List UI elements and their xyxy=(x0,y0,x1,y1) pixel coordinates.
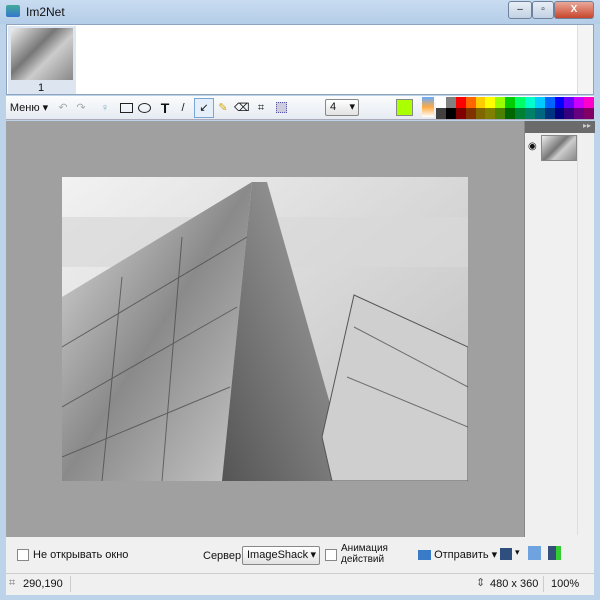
server-select[interactable]: ImageShack ▾ xyxy=(242,546,320,565)
palette-color[interactable] xyxy=(534,108,545,119)
select-tool-icon[interactable] xyxy=(276,102,287,113)
eye-icon[interactable]: ◉ xyxy=(528,141,537,152)
palette-color[interactable] xyxy=(534,97,545,108)
no-open-checkbox[interactable] xyxy=(17,549,29,561)
palette-color[interactable] xyxy=(485,108,496,119)
palette-color[interactable] xyxy=(495,97,506,108)
palette-color[interactable] xyxy=(465,108,476,119)
status-bar: ⌗ 290,190 ⇕ 480 x 360 100% xyxy=(6,573,594,595)
animation-label: Анимация действий xyxy=(341,543,388,565)
divider xyxy=(543,576,544,592)
rectangle-tool-icon[interactable] xyxy=(120,103,133,113)
app-icon xyxy=(6,5,20,17)
animation-label-line2: действий xyxy=(341,554,385,565)
cursor-icon: ⌗ xyxy=(9,577,16,589)
palette-color[interactable] xyxy=(436,97,446,108)
palette-color[interactable] xyxy=(584,97,594,108)
layers-panel-header: ▸▸ xyxy=(525,121,595,133)
animation-label-line1: Анимация xyxy=(341,543,388,554)
crop-tool-icon[interactable]: ⌗ xyxy=(254,100,268,116)
thumbnail-strip: 1 xyxy=(6,24,594,95)
copy-icon[interactable] xyxy=(528,546,541,560)
divider xyxy=(70,576,71,592)
palette-color[interactable] xyxy=(455,97,466,108)
palette-color[interactable] xyxy=(574,108,585,119)
palette-color[interactable] xyxy=(455,108,466,119)
server-value: ImageShack xyxy=(247,549,309,561)
palette-color[interactable] xyxy=(544,97,555,108)
brush-size-select[interactable]: 4 ▾ xyxy=(325,99,359,116)
color-palette xyxy=(436,97,594,119)
send-label: Отправить xyxy=(434,549,489,561)
palette-color[interactable] xyxy=(436,108,446,119)
color-picker-icon[interactable] xyxy=(422,97,434,117)
palette-color[interactable] xyxy=(584,108,594,119)
palette-color[interactable] xyxy=(524,97,535,108)
current-color-swatch[interactable] xyxy=(396,99,413,116)
menu-button[interactable]: Меню ▾ xyxy=(9,100,49,116)
bulb-icon[interactable]: ♀ xyxy=(98,100,112,116)
palette-color[interactable] xyxy=(445,108,456,119)
title-bar: Im2Net – ▫ X xyxy=(0,0,600,24)
menu-label: Меню xyxy=(9,102,40,114)
arrow-tool-icon[interactable]: ↙ xyxy=(194,98,214,118)
minimize-button[interactable]: – xyxy=(508,1,532,19)
palette-color[interactable] xyxy=(505,97,515,108)
palette-color[interactable] xyxy=(564,108,575,119)
image-size-icon: ⇕ xyxy=(476,577,486,589)
window-title: Im2Net xyxy=(26,5,65,19)
close-button[interactable]: X xyxy=(554,1,594,19)
thumbnail-scrollbar[interactable] xyxy=(577,25,593,94)
palette-color[interactable] xyxy=(475,108,486,119)
ellipse-tool-icon[interactable] xyxy=(138,103,151,113)
palette-color[interactable] xyxy=(524,108,535,119)
palette-color[interactable] xyxy=(505,108,515,119)
server-label: Сервер xyxy=(203,550,242,562)
save-icon[interactable] xyxy=(500,548,512,560)
palette-color[interactable] xyxy=(554,97,565,108)
send-icon xyxy=(418,550,431,561)
bottom-bar: Не открывать окно Сервер ImageShack ▾ Ани… xyxy=(6,537,594,573)
palette-color[interactable] xyxy=(495,108,506,119)
image-size: 480 x 360 xyxy=(490,578,539,590)
redo-icon[interactable]: ↷ xyxy=(74,100,88,116)
thumbnail-image xyxy=(11,28,73,80)
brush-size-value: 4 xyxy=(330,101,337,113)
canvas-area[interactable] xyxy=(6,121,524,537)
animation-checkbox[interactable] xyxy=(325,549,337,561)
palette-color[interactable] xyxy=(485,97,496,108)
thumbnail-item[interactable]: 1 xyxy=(8,26,76,94)
maximize-button[interactable]: ▫ xyxy=(532,1,554,19)
save-dropdown-icon[interactable]: ▾ xyxy=(515,547,520,558)
palette-color[interactable] xyxy=(544,108,555,119)
toolbar: Меню ▾ ↶ ↷ ♀ T / ↙ ✎ ⌫ ⌗ 4 ▾ xyxy=(6,96,594,120)
layer-thumbnail[interactable] xyxy=(541,135,577,161)
palette-color[interactable] xyxy=(574,97,585,108)
palette-color[interactable] xyxy=(465,97,476,108)
palette-color[interactable] xyxy=(515,97,525,108)
palette-color[interactable] xyxy=(515,108,525,119)
line-tool-icon[interactable]: / xyxy=(176,100,190,116)
image-canvas[interactable] xyxy=(62,177,468,481)
palette-color[interactable] xyxy=(445,97,456,108)
send-button[interactable]: Отправить ▾ xyxy=(418,546,497,564)
cursor-coords: 290,190 xyxy=(23,578,63,590)
pencil-tool-icon[interactable]: ✎ xyxy=(216,100,230,116)
thumbnail-label: 1 xyxy=(38,82,45,94)
export-icon[interactable] xyxy=(548,546,561,560)
eraser-tool-icon[interactable]: ⌫ xyxy=(234,100,250,116)
palette-color[interactable] xyxy=(564,97,575,108)
text-tool-icon[interactable]: T xyxy=(158,100,172,116)
layers-scrollbar[interactable] xyxy=(577,135,594,535)
palette-color[interactable] xyxy=(554,108,565,119)
palette-color[interactable] xyxy=(475,97,486,108)
undo-icon[interactable]: ↶ xyxy=(56,100,70,116)
no-open-label: Не открывать окно xyxy=(33,549,129,561)
zoom-level: 100% xyxy=(551,578,580,590)
layers-panel: ▸▸ ◉ xyxy=(524,121,595,537)
